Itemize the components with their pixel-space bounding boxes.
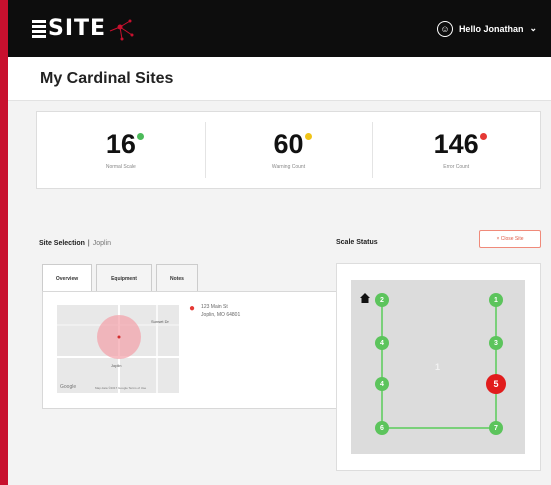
site-tabs: Overview Equipment Notes: [42, 264, 198, 292]
scale-node-1[interactable]: 1: [489, 293, 503, 307]
scale-center-label: 1: [435, 362, 441, 372]
status-dot-icon: [479, 132, 487, 140]
map-label-city: Joplin: [111, 363, 122, 368]
tab-overview[interactable]: Overview: [42, 264, 92, 292]
close-site-button[interactable]: × Close Site: [479, 230, 541, 248]
map-brand: Google: [60, 384, 77, 390]
site-logo[interactable]: SITE: [32, 16, 138, 41]
stat-warning: 60 Warning Count: [204, 112, 373, 188]
separator: |: [87, 240, 90, 247]
site-location[interactable]: Joplin: [93, 240, 111, 247]
avatar-icon: ☺: [436, 20, 453, 37]
user-greeting: Hello Jonathan: [458, 23, 524, 34]
status-dot-icon: [304, 132, 312, 140]
address-line2: Joplin, MO 64801: [201, 311, 241, 318]
top-navbar: SITE ☺ Hello Jonathan ⌄: [8, 0, 551, 57]
overview-panel: Sunset Dr Joplin Google Map data ©2017 G…: [42, 291, 338, 409]
home-icon: [360, 293, 370, 303]
map-attribution: Map data ©2017 Google Terms of Use: [95, 386, 147, 390]
site-address: ● 123 Main St Joplin, MO 64801: [189, 304, 240, 319]
scale-node-7[interactable]: 7: [489, 421, 503, 435]
app-window: SITE ☺ Hello Jonathan ⌄ My Cardinal Site…: [8, 0, 551, 485]
network-node-icon: [109, 19, 134, 40]
stats-panel: 16 Normal Scale 60 Warning Count 146 Err…: [36, 111, 541, 189]
logo-text: SITE: [48, 16, 107, 41]
status-dot-icon: [136, 132, 144, 140]
stat-value: 16: [106, 130, 144, 158]
user-menu[interactable]: ☺ Hello Jonathan ⌄: [436, 20, 537, 37]
page-title: My Cardinal Sites: [40, 70, 174, 87]
tab-equipment[interactable]: Equipment: [96, 264, 152, 292]
scale-node-3[interactable]: 3: [489, 336, 503, 350]
site-selection-label: Site Selection: [39, 240, 85, 247]
scale-node-4a[interactable]: 4: [375, 336, 389, 350]
map-label-road: Sunset Dr: [151, 319, 169, 324]
stat-label: Normal Scale: [105, 163, 136, 170]
location-map[interactable]: Sunset Dr Joplin Google Map data ©2017 G…: [57, 305, 179, 393]
address-line1: 123 Main St: [201, 304, 228, 310]
scale-status-panel: 1 2 1 3 4 4 5 6 7: [336, 263, 541, 471]
scale-node-6[interactable]: 6: [375, 421, 389, 435]
stat-label: Error Count: [443, 163, 470, 170]
chevron-down-icon: ⌄: [529, 23, 537, 33]
site-selection: Site Selection | Joplin: [39, 240, 111, 247]
scale-node-2[interactable]: 2: [375, 293, 389, 307]
stat-error: 146 Error Count: [372, 112, 540, 188]
stat-normal: 16 Normal Scale: [37, 112, 205, 188]
scale-node-5-error[interactable]: 5: [486, 374, 506, 394]
scale-layout: 1 2 1 3 4 4 5 6 7: [351, 280, 525, 454]
stat-value: 146: [434, 130, 487, 158]
scale-node-4b[interactable]: 4: [375, 377, 389, 391]
location-pin-icon: ●: [189, 303, 196, 314]
tab-notes[interactable]: Notes: [156, 264, 198, 292]
stat-value: 60: [273, 130, 312, 158]
scale-status-title: Scale Status: [336, 239, 378, 246]
stat-label: Warning Count: [271, 163, 306, 170]
logo-stripes-icon: [32, 19, 46, 38]
